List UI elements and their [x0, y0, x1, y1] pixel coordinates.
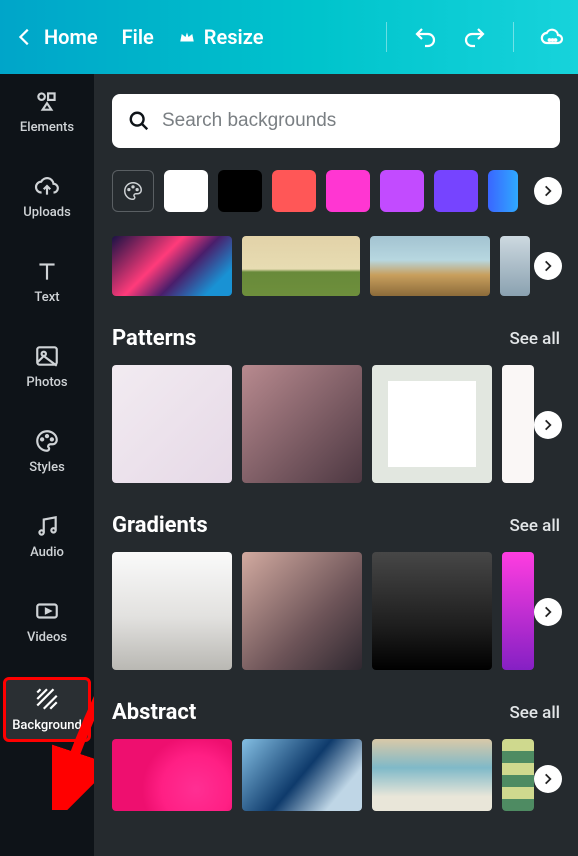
- swatch-red[interactable]: [272, 170, 316, 212]
- see-all-link[interactable]: See all: [509, 703, 560, 723]
- color-swatch-row: [112, 170, 560, 212]
- toolbar-divider: [513, 22, 514, 52]
- background-thumb[interactable]: [112, 236, 232, 296]
- sidebar-item-elements[interactable]: Elements: [3, 82, 91, 141]
- sidebar-item-videos[interactable]: Videos: [3, 592, 91, 651]
- undo-icon[interactable]: [413, 25, 437, 49]
- sidebar-item-label: Background: [12, 718, 82, 733]
- scroll-right-button[interactable]: [534, 252, 562, 280]
- toolbar-divider: [386, 22, 387, 52]
- section-header-patterns: Patterns See all: [112, 326, 560, 351]
- scroll-right-button[interactable]: [534, 765, 562, 793]
- swatch-pink[interactable]: [326, 170, 370, 212]
- redo-icon[interactable]: [463, 25, 487, 49]
- file-menu[interactable]: File: [122, 25, 154, 49]
- swatch-white[interactable]: [164, 170, 208, 212]
- sidebar-item-label: Photos: [26, 375, 67, 390]
- pattern-thumb[interactable]: [502, 365, 534, 483]
- gradients-row: [112, 552, 560, 670]
- see-all-link[interactable]: See all: [509, 516, 560, 536]
- pattern-thumb[interactable]: [242, 365, 362, 483]
- sidebar-item-label: Elements: [20, 120, 74, 135]
- section-header-gradients: Gradients See all: [112, 513, 560, 538]
- search-field[interactable]: [112, 94, 560, 148]
- chevron-right-icon: [541, 605, 555, 619]
- scroll-right-button[interactable]: [534, 411, 562, 439]
- text-icon: [34, 258, 60, 284]
- video-icon: [34, 598, 60, 624]
- palette-icon: [122, 180, 144, 202]
- abstract-thumb[interactable]: [502, 739, 534, 811]
- music-icon: [34, 513, 60, 539]
- section-title: Patterns: [112, 326, 196, 351]
- background-panel: Patterns See all Gradients See all Abstr…: [94, 74, 578, 856]
- sidebar-item-photos[interactable]: Photos: [3, 337, 91, 396]
- abstract-thumb[interactable]: [242, 739, 362, 811]
- sidebar-item-label: Audio: [30, 545, 64, 560]
- background-thumb[interactable]: [370, 236, 490, 296]
- color-picker-button[interactable]: [112, 170, 154, 212]
- background-thumb[interactable]: [242, 236, 360, 296]
- abstract-thumb[interactable]: [372, 739, 492, 811]
- top-toolbar: Home File Resize: [0, 0, 578, 74]
- featured-backgrounds-row: [112, 236, 560, 296]
- background-icon: [34, 686, 60, 712]
- back-home-button[interactable]: Home: [14, 25, 98, 49]
- sidebar-item-styles[interactable]: Styles: [3, 422, 91, 481]
- chevron-right-icon: [541, 772, 555, 786]
- pattern-thumb[interactable]: [112, 365, 232, 483]
- swatch-black[interactable]: [218, 170, 262, 212]
- abstract-thumb[interactable]: [112, 739, 232, 811]
- patterns-row: [112, 365, 560, 483]
- palette-icon: [34, 428, 60, 454]
- pattern-thumb[interactable]: [372, 365, 492, 483]
- section-title: Abstract: [112, 700, 196, 725]
- chevron-right-icon: [541, 259, 555, 273]
- sidebar-item-uploads[interactable]: Uploads: [3, 167, 91, 226]
- gradient-thumb[interactable]: [502, 552, 534, 670]
- gradient-thumb[interactable]: [112, 552, 232, 670]
- resize-button[interactable]: Resize: [178, 25, 264, 49]
- chevron-right-icon: [541, 184, 555, 198]
- scroll-right-button[interactable]: [534, 598, 562, 626]
- image-icon: [34, 343, 60, 369]
- tool-sidebar: Elements Uploads Text Photos Styles Audi…: [0, 74, 94, 856]
- sidebar-item-label: Text: [34, 290, 59, 305]
- search-input[interactable]: [162, 110, 544, 132]
- sidebar-item-text[interactable]: Text: [3, 252, 91, 311]
- sidebar-item-label: Uploads: [23, 205, 71, 220]
- file-label: File: [122, 25, 154, 49]
- background-thumb[interactable]: [500, 236, 530, 296]
- home-label: Home: [44, 25, 98, 49]
- scroll-right-button[interactable]: [534, 177, 562, 205]
- sidebar-item-label: Videos: [27, 630, 67, 645]
- shapes-icon: [34, 88, 60, 114]
- cloud-sync-icon[interactable]: [540, 25, 564, 49]
- see-all-link[interactable]: See all: [509, 329, 560, 349]
- swatch-blue[interactable]: [488, 170, 518, 212]
- gradient-thumb[interactable]: [242, 552, 362, 670]
- sidebar-item-audio[interactable]: Audio: [3, 507, 91, 566]
- abstract-row: [112, 739, 560, 811]
- section-header-abstract: Abstract See all: [112, 700, 560, 725]
- sidebar-item-background[interactable]: Background: [3, 677, 91, 742]
- gradient-thumb[interactable]: [372, 552, 492, 670]
- swatch-purple[interactable]: [380, 170, 424, 212]
- cloud-upload-icon: [34, 173, 60, 199]
- section-title: Gradients: [112, 513, 208, 538]
- search-icon: [128, 110, 150, 132]
- chevron-left-icon: [14, 26, 36, 48]
- resize-label: Resize: [204, 25, 264, 49]
- swatch-indigo[interactable]: [434, 170, 478, 212]
- chevron-right-icon: [541, 418, 555, 432]
- top-right-actions: [386, 22, 564, 52]
- crown-icon: [178, 28, 196, 46]
- sidebar-item-label: Styles: [29, 460, 65, 475]
